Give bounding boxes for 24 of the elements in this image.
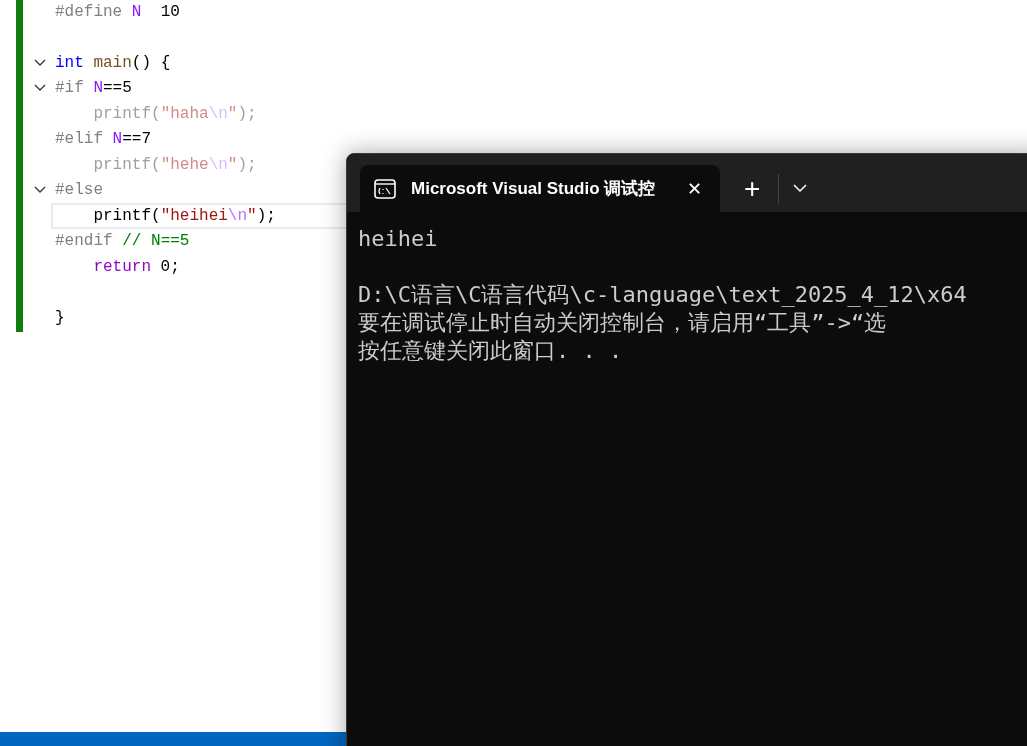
collapse-icon[interactable]: [34, 58, 46, 67]
code-line: #else: [55, 182, 103, 199]
close-button[interactable]: ✕: [683, 179, 706, 198]
console-output-line: D:\C语言\C语言代码\c-language\text_2025_4_12\x64: [358, 281, 967, 309]
code-line: printf("heihei\n");: [92, 207, 276, 224]
console-icon: [374, 178, 396, 199]
code-line: int main() {: [55, 54, 171, 71]
collapse-icon[interactable]: [34, 84, 46, 93]
console-output-line: heihei: [358, 225, 438, 253]
console-output-line: 按任意键关闭此窗口. . .: [358, 337, 623, 365]
code-line: #if N==5: [55, 80, 132, 97]
terminal-tab[interactable]: Microsoft Visual Studio 调试控 ✕: [360, 165, 720, 212]
console-output-line: 要在调试停止时自动关闭控制台，请启用“工具”->“选: [358, 309, 887, 337]
code-line: }: [55, 309, 65, 326]
code-line: #elif N==7: [55, 131, 152, 148]
code-line: #define N 10: [55, 3, 180, 20]
code-line: printf("hehe\n");: [92, 156, 257, 173]
code-line: return 0;: [92, 258, 180, 275]
tab-title: Microsoft Visual Studio 调试控: [411, 177, 657, 200]
new-tab-button[interactable]: +: [740, 174, 765, 203]
dropdown-icon[interactable]: [793, 184, 808, 193]
code-line: #endif // N==5: [55, 233, 190, 250]
collapse-icon[interactable]: [34, 186, 46, 195]
code-line: printf("haha\n");: [92, 105, 257, 122]
